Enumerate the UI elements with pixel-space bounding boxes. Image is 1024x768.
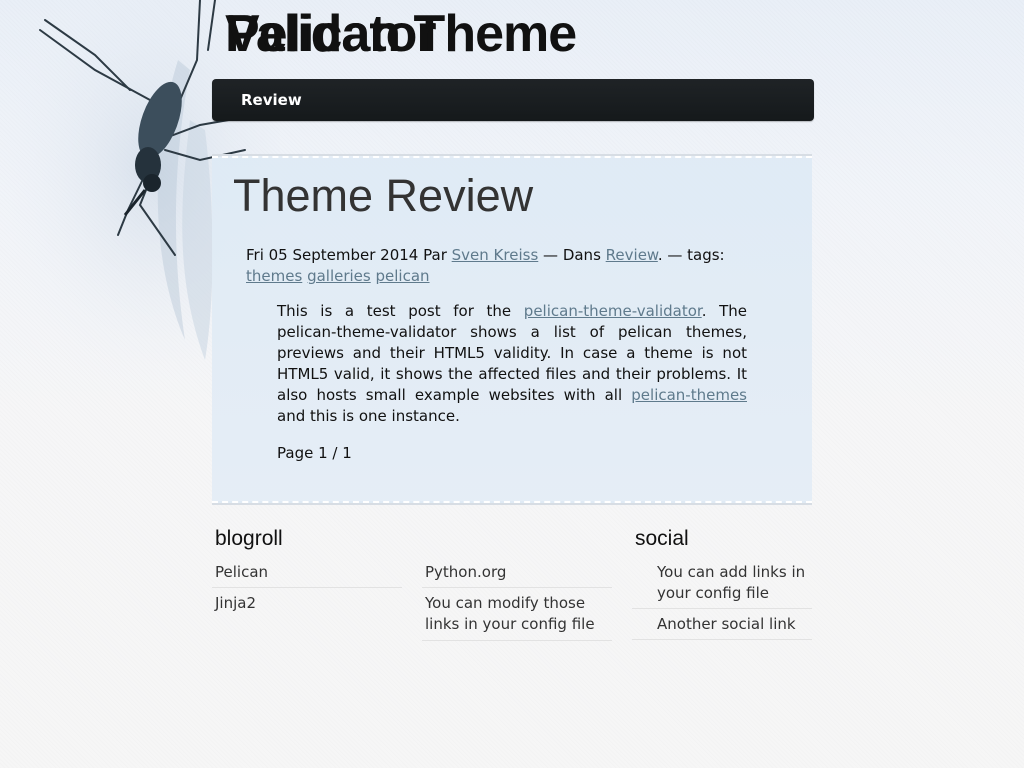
social-heading: social xyxy=(635,527,689,550)
validator-link[interactable]: pelican-theme-validator xyxy=(524,302,702,320)
social-link-config[interactable]: You can add links in your config file xyxy=(632,562,812,609)
post-meta: Fri 05 September 2014 Par Sven Kreiss — … xyxy=(246,245,766,287)
blogroll-link-python[interactable]: Python.org xyxy=(422,562,612,588)
author-link[interactable]: Sven Kreiss xyxy=(452,246,539,264)
category-link[interactable]: Review xyxy=(606,246,658,264)
category-prefix: — Dans xyxy=(543,246,601,264)
post-title[interactable]: Theme Review xyxy=(233,170,533,222)
post-body-text-3: and this is one instance. xyxy=(277,407,460,425)
author-prefix: Par xyxy=(423,246,447,264)
nav-item-review[interactable]: Review xyxy=(241,91,302,109)
post-date: Fri 05 September 2014 xyxy=(246,246,419,264)
pagination: Page 1 / 1 xyxy=(277,444,352,462)
blogroll-heading: blogroll xyxy=(215,527,283,550)
post-body-text-1: This is a test post for the xyxy=(277,302,512,320)
social-link-another[interactable]: Another social link xyxy=(632,614,812,640)
blogroll-link-pelican[interactable]: Pelican xyxy=(212,562,402,588)
main-navbar: Review xyxy=(212,79,814,121)
tag-link-themes[interactable]: themes xyxy=(246,267,302,285)
site-title-layer-2: Validator xyxy=(225,5,437,63)
blogroll-link-jinja2[interactable]: Jinja2 xyxy=(212,593,402,619)
pelican-themes-link[interactable]: pelican-themes xyxy=(631,386,747,404)
post-body: This is a test post for the pelican-them… xyxy=(277,301,747,427)
tag-link-pelican[interactable]: pelican xyxy=(376,267,430,285)
tags-prefix: . — tags: xyxy=(657,246,725,264)
site-title[interactable]: Pelican Theme Validator xyxy=(225,3,645,65)
content-panel: Theme Review Fri 05 September 2014 Par S… xyxy=(212,156,812,503)
tag-link-galleries[interactable]: galleries xyxy=(307,267,371,285)
blogroll-link-config[interactable]: You can modify those links in your confi… xyxy=(422,593,612,641)
tag-list: themes galleries pelican xyxy=(246,266,766,287)
